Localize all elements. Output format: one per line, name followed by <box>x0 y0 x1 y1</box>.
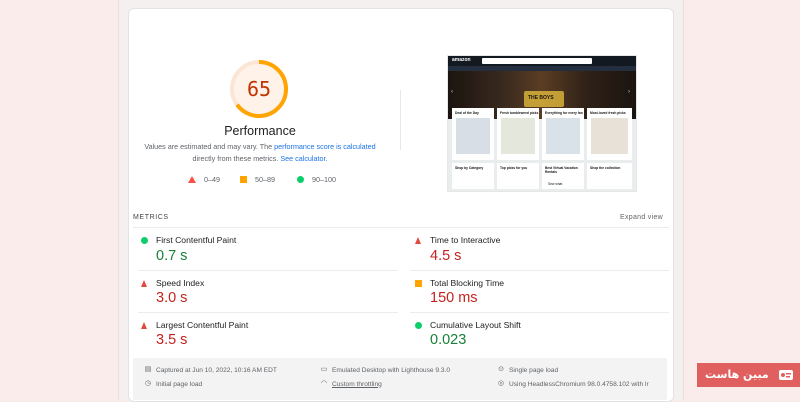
screenshot-card: Shop by Category <box>452 163 494 189</box>
screenshot-hero-title: THE BOYS <box>528 95 554 101</box>
browser-version: ◎ Using HeadlessChromium 98.0.4758.102 wi… <box>497 380 649 388</box>
captured-at-text: Captured at Jun 10, 2022, 10:16 AM EDT <box>156 366 277 374</box>
screenshot-card-title: Deal of the Day <box>455 111 479 115</box>
performance-score: 65 <box>246 77 272 101</box>
metrics-heading: METRICS <box>133 214 169 221</box>
screenshot-search-bar <box>482 58 592 64</box>
screenshot-card: Top picks for you <box>497 163 539 189</box>
wifi-icon: ◠ <box>320 380 328 387</box>
performance-score-link[interactable]: performance score is calculated <box>274 142 375 151</box>
legend-fail-label: 0–49 <box>204 175 220 184</box>
screenshot-card-title: Fresh tumbleweed picks <box>500 111 539 115</box>
browser-version-text: Using HeadlessChromium 98.0.4758.102 wit… <box>509 380 649 388</box>
screenshot-logo: amazon <box>452 57 471 63</box>
custom-throttling-link[interactable]: Custom throttling <box>332 381 382 388</box>
pass-circle-icon <box>297 176 304 183</box>
brand-badge: مبین هاست <box>697 363 800 387</box>
legend-average-label: 50–89 <box>255 175 275 184</box>
screenshot-card: Most-loved fresh picks <box>587 108 632 160</box>
screenshot-card-title: Shop by Category <box>455 166 484 170</box>
legend-pass: 90–100 <box>297 175 336 184</box>
description-text-2: directly from these metrics. <box>192 154 281 163</box>
metric-divider <box>138 312 398 313</box>
chevron-right-icon: › <box>628 89 630 95</box>
average-square-icon <box>240 176 247 183</box>
fail-triangle-icon <box>188 176 196 183</box>
screenshot-header: amazon <box>448 56 636 66</box>
chevron-left-icon: ‹ <box>451 89 453 95</box>
emulated-device: ▭ Emulated Desktop with Lighthouse 9.3.0 <box>320 366 450 374</box>
metric-label: First Contentful Paint <box>156 235 237 245</box>
metric-label: Largest Contentful Paint <box>156 320 249 330</box>
metric-value: 0.023 <box>430 332 467 348</box>
metric-label: Time to Interactive <box>430 235 501 245</box>
screenshot-card-title: Shop the collection <box>590 166 621 170</box>
pass-circle-icon <box>415 322 422 329</box>
desktop-icon: ▭ <box>320 366 328 373</box>
description-text-1: Values are estimated and may vary. The <box>144 142 275 151</box>
expand-view-button[interactable]: Expand view <box>620 214 663 221</box>
metric-divider <box>410 270 669 271</box>
runtime-settings <box>133 358 667 400</box>
initial-page-load: ◷ Initial page load <box>144 380 202 388</box>
metric-divider <box>138 270 398 271</box>
fail-triangle-icon <box>141 322 147 329</box>
metric-value: 150 ms <box>430 290 478 306</box>
metric-value: 4.5 s <box>430 248 462 264</box>
see-calculator-link[interactable]: See calculator. <box>280 154 327 163</box>
performance-description: Values are estimated and may vary. The p… <box>140 141 380 165</box>
metric-value: 3.0 s <box>156 290 188 306</box>
metric-value: 3.5 s <box>156 332 188 348</box>
pass-circle-icon <box>141 237 148 244</box>
screenshot-card-title: Most-loved fresh picks <box>590 111 626 115</box>
screenshot-card: Everything for every fan <box>542 108 584 160</box>
timer-icon: ⊙ <box>498 366 504 373</box>
screenshot-card-title: Sew what <box>548 182 563 186</box>
emulated-device-text: Emulated Desktop with Lighthouse 9.3.0 <box>332 366 451 374</box>
screenshot-card: Fresh tumbleweed picks <box>497 108 539 160</box>
legend-average: 50–89 <box>240 175 275 184</box>
stopwatch-icon: ◷ <box>144 380 152 387</box>
metric-label: Cumulative Layout Shift <box>430 320 521 330</box>
captured-at: ▤ Captured at Jun 10, 2022, 10:16 AM EDT <box>144 366 277 374</box>
metric-label: Total Blocking Time <box>430 278 505 288</box>
metric-label: Speed Index <box>156 278 205 288</box>
metric-value: 0.7 s <box>156 248 188 264</box>
brand-name: مبین هاست <box>705 368 769 381</box>
fail-triangle-icon <box>141 280 147 287</box>
calendar-icon: ▤ <box>144 366 152 373</box>
fail-triangle-icon <box>415 237 421 244</box>
section-divider <box>400 90 401 150</box>
screenshot-card: Shop the collection <box>587 163 632 189</box>
performance-title: Performance <box>224 124 296 138</box>
metric-divider <box>410 312 669 313</box>
metrics-divider <box>133 227 669 228</box>
legend-pass-label: 90–100 <box>312 175 336 184</box>
custom-throttling[interactable]: ◠ Custom throttling <box>320 380 382 388</box>
single-page-load: ⊙ Single page load <box>497 366 558 374</box>
chromium-icon: ◎ <box>497 380 505 387</box>
legend-fail: 0–49 <box>188 175 220 184</box>
initial-page-load-text: Initial page load <box>156 380 203 388</box>
screenshot-card: Deal of the Day <box>452 108 494 160</box>
brand-logo-icon <box>779 370 793 380</box>
screenshot-card-title: Best Virtual Vacation Rentals <box>545 166 578 174</box>
final-screenshot[interactable]: amazon THE BOYS ‹ › Deal of the Day Fres… <box>447 55 637 192</box>
average-square-icon <box>415 280 422 287</box>
screenshot-card-title: Top picks for you <box>500 166 528 170</box>
screenshot-card-title: Everything for every fan <box>545 111 583 115</box>
single-page-load-text: Single page load <box>509 366 559 374</box>
